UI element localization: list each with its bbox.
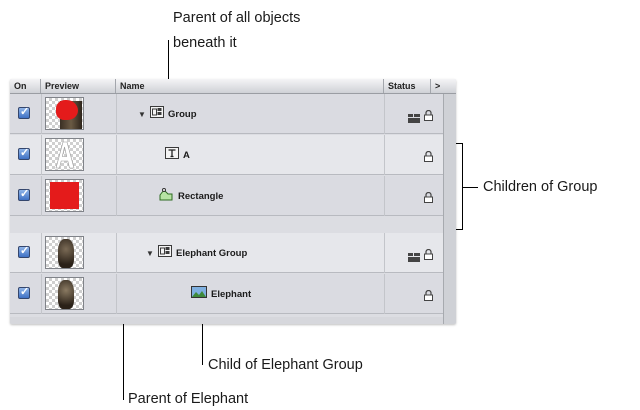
column-on[interactable]: On [10, 79, 41, 93]
layer-row-elephant-group[interactable]: ✓ ▼ Elephant Group [10, 233, 443, 273]
column-name[interactable]: Name [116, 79, 384, 93]
disclosure-triangle-icon[interactable]: ▼ [146, 249, 154, 258]
visibility-checkbox[interactable]: ✓ [18, 147, 30, 160]
column-preview[interactable]: Preview [41, 79, 116, 93]
callout-parent-of-all-line2: beneath it [173, 35, 237, 51]
callout-children-of-group: Children of Group [483, 179, 598, 195]
callout-child-of-elephant-group: Child of Elephant Group [208, 357, 363, 373]
elephant-thumbnail [45, 236, 84, 269]
lock-icon[interactable] [424, 108, 433, 126]
red-blob-elephant-thumbnail [45, 97, 84, 130]
layers-icon [408, 249, 420, 267]
visibility-checkbox[interactable]: ✓ [18, 188, 30, 201]
group-icon [150, 105, 164, 123]
layer-name[interactable]: Elephant [211, 289, 251, 300]
lock-icon[interactable] [424, 190, 433, 208]
visibility-checkbox[interactable]: ✓ [18, 286, 30, 299]
visibility-checkbox[interactable]: ✓ [18, 245, 30, 258]
disclosure-triangle-icon[interactable]: ▼ [138, 110, 146, 119]
bracket-children-tick [462, 187, 478, 188]
lock-icon[interactable] [424, 288, 433, 306]
layer-name[interactable]: Rectangle [178, 191, 223, 202]
red-square-thumbnail [45, 179, 84, 212]
callout-parent-of-elephant: Parent of Elephant [128, 391, 249, 407]
layer-row-rectangle[interactable]: ✓ Rectangle [10, 176, 443, 216]
vertical-scrollbar[interactable] [443, 94, 456, 324]
layer-name[interactable]: Elephant Group [176, 248, 247, 259]
lock-icon[interactable] [424, 247, 433, 265]
layer-row-group[interactable]: ✓ ▼ Group [10, 94, 443, 134]
group-icon [158, 244, 172, 262]
lock-icon[interactable] [424, 149, 433, 167]
layer-row-elephant[interactable]: ✓ Elephant [10, 274, 443, 314]
white-letter-a-thumbnail [45, 138, 84, 171]
layers-panel: On Preview Name Status > ✓ ▼ Group ✓ A ✓… [10, 79, 456, 324]
shape-icon [158, 187, 174, 206]
visibility-checkbox[interactable]: ✓ [18, 106, 30, 119]
column-more-button[interactable]: > [431, 79, 456, 93]
column-header: On Preview Name Status > [10, 79, 456, 94]
layer-row-a[interactable]: ✓ A [10, 135, 443, 175]
layer-name[interactable]: A [183, 150, 190, 161]
text-layer-icon [165, 146, 179, 164]
layers-icon [408, 110, 420, 128]
callout-parent-of-all-line1: Parent of all objects [173, 10, 301, 26]
image-layer-icon [191, 285, 207, 303]
elephant-thumbnail [45, 277, 84, 310]
layer-name[interactable]: Group [168, 109, 197, 120]
panel-bottom-edge [10, 317, 443, 324]
column-status[interactable]: Status [384, 79, 431, 93]
